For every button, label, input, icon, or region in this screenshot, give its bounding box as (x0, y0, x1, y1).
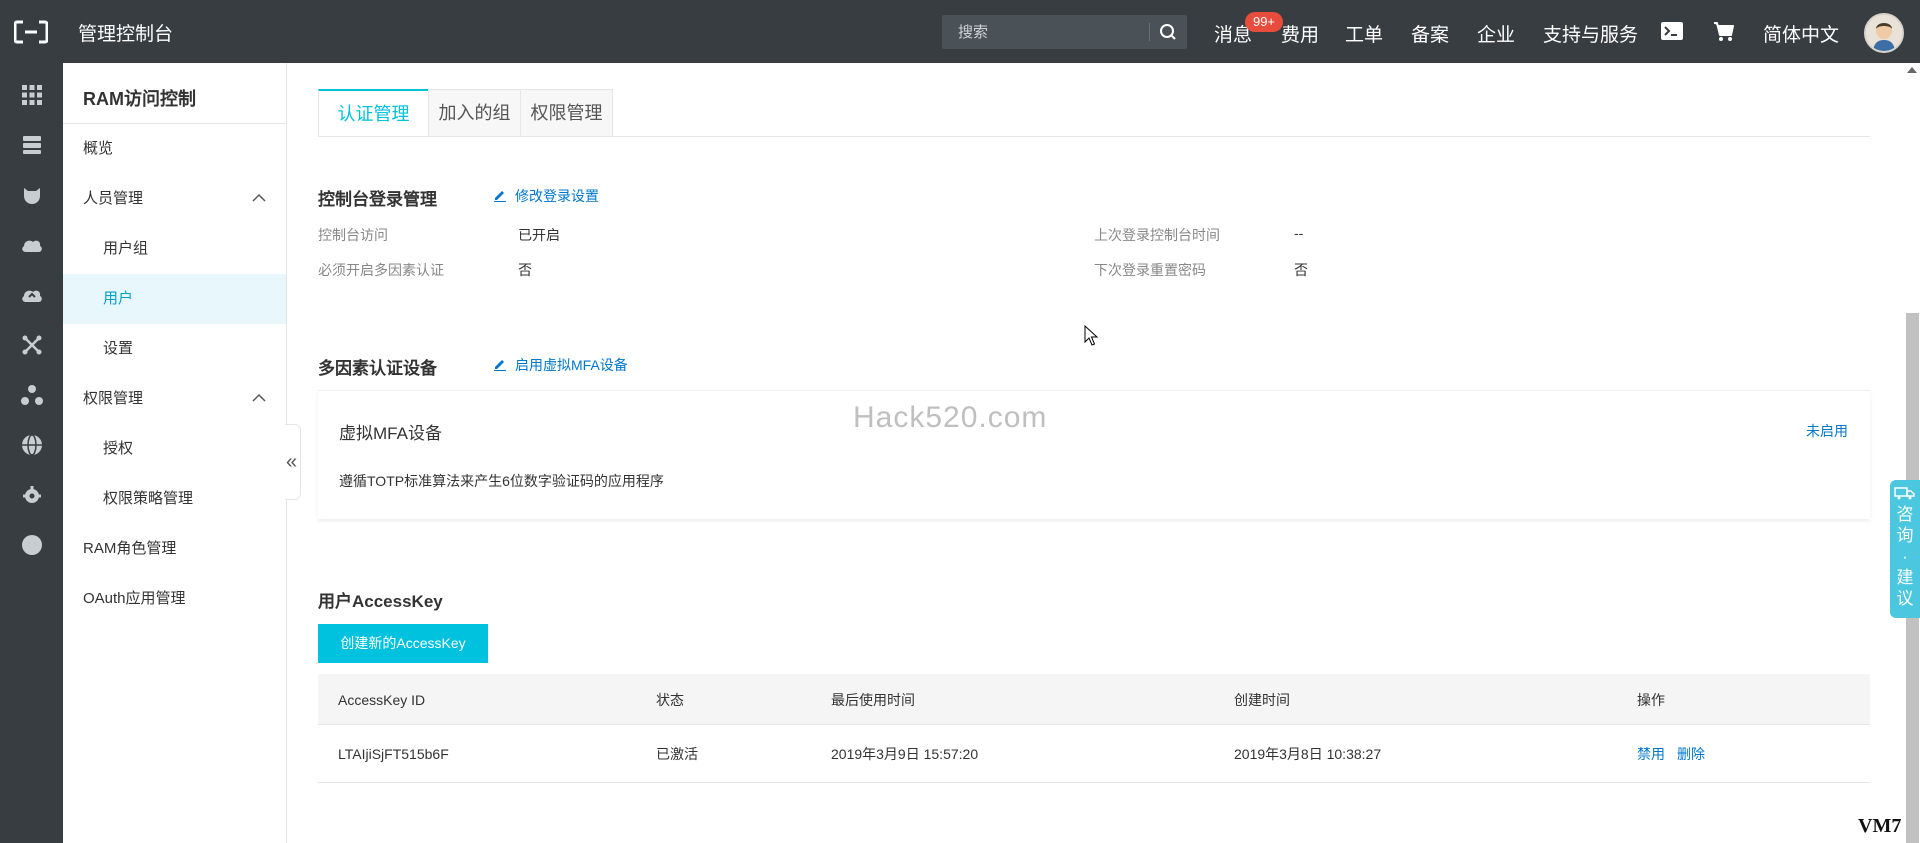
mfa-device-description: 遵循TOTP标准算法来产生6位数字验证码的应用程序 (339, 473, 664, 489)
tab-permissions[interactable]: 权限管理 (520, 89, 613, 137)
accesskey-section-title: 用户AccessKey (318, 592, 443, 611)
sidebar-item-label: 权限管理 (83, 390, 144, 407)
console-access-value: 已开启 (518, 227, 560, 243)
cart-icon[interactable] (1712, 19, 1736, 43)
column-header-last-used: 最后使用时间 (831, 692, 915, 708)
reset-password-value: 否 (1294, 262, 1308, 278)
accesskey-last-used: 2019年3月9日 15:57:20 (831, 746, 979, 762)
mfa-device-card: 虚拟MFA设备 遵循TOTP标准算法来产生6位数字验证码的应用程序 未启用 (318, 390, 1870, 519)
cloud-icon[interactable] (20, 233, 44, 257)
search-box (942, 15, 1187, 49)
globe-icon[interactable] (20, 433, 44, 457)
ram-sidebar: RAM访问控制 概览 人员管理 用户组 用户 设置 权限管理 授权 权限策略管理… (63, 63, 287, 843)
console-title[interactable]: 管理控制台 (78, 19, 173, 46)
last-login-value: -- (1294, 225, 1304, 241)
nodes-icon[interactable] (20, 383, 44, 407)
disable-accesskey-link[interactable]: 禁用 (1637, 744, 1665, 764)
reset-password-label: 下次登录重置密码 (1094, 262, 1206, 278)
sidebar-title: RAM访问控制 (83, 89, 196, 109)
tab-bar-divider (318, 136, 1870, 137)
sidebar-item-user-groups[interactable]: 用户组 (63, 224, 286, 274)
chevron-up-icon (252, 193, 266, 202)
nav-support[interactable]: 支持与服务 (1543, 20, 1638, 47)
scroll-up-arrow-icon[interactable] (1907, 67, 1917, 73)
sidebar-item-policies[interactable]: 权限策略管理 (63, 474, 286, 524)
sidebar-item-oauth-apps[interactable]: OAuth应用管理 (63, 574, 286, 624)
console-access-label: 控制台访问 (318, 227, 388, 243)
accesskey-id: LTAIjiSjFT515b6F (338, 746, 449, 762)
truck-icon (1894, 487, 1915, 500)
feedback-char: · (1902, 547, 1908, 566)
sidebar-item-grants[interactable]: 授权 (63, 424, 286, 474)
column-header-created: 创建时间 (1234, 692, 1290, 708)
nav-enterprise[interactable]: 企业 (1477, 20, 1515, 47)
mfa-required-value: 否 (518, 262, 532, 278)
sidebar-item-ram-roles[interactable]: RAM角色管理 (63, 524, 286, 574)
product-icon-rail (0, 63, 63, 843)
watermark: Hack520.com (853, 401, 1048, 434)
chevron-up-icon (252, 393, 266, 402)
dog-icon[interactable] (20, 183, 44, 207)
sidebar-item-settings[interactable]: 设置 (63, 324, 286, 374)
top-bar: 管理控制台 消息 99+ 费用 工单 备案 企业 支持与服务 简体中文 (0, 0, 1920, 63)
edit-icon (494, 360, 506, 371)
last-login-label: 上次登录控制台时间 (1094, 227, 1220, 243)
nav-tickets[interactable]: 工单 (1345, 20, 1383, 47)
main-content: 认证管理 加入的组 权限管理 控制台登录管理 修改登录设置 控制台访问 已开启 … (288, 63, 1920, 843)
mfa-device-name: 虚拟MFA设备 (339, 424, 442, 443)
feedback-char: 议 (1896, 589, 1914, 608)
search-icon (1160, 24, 1176, 40)
sidebar-group-people[interactable]: 人员管理 (63, 174, 286, 224)
feedback-char: 咨 (1896, 505, 1914, 524)
sidebar-item-label: 人员管理 (83, 190, 144, 207)
nav-billing[interactable]: 费用 (1281, 20, 1319, 47)
column-header-id: AccessKey ID (338, 692, 426, 708)
server-icon[interactable] (20, 133, 44, 157)
language-switch[interactable]: 简体中文 (1763, 20, 1839, 47)
user-avatar-icon (1866, 15, 1902, 51)
network-icon[interactable] (20, 333, 44, 357)
sidebar-item-users[interactable]: 用户 (63, 274, 286, 324)
cloud-upload-icon[interactable] (20, 283, 44, 307)
search-button[interactable] (1150, 15, 1187, 49)
corner-label: VM7 (1858, 815, 1902, 837)
aliyun-logo-icon[interactable] (14, 19, 48, 45)
enable-mfa-label: 启用虚拟MFA设备 (515, 357, 628, 373)
edit-login-settings-label: 修改登录设置 (515, 188, 599, 204)
search-input[interactable] (942, 15, 1148, 49)
sidebar-item-overview[interactable]: 概览 (63, 124, 286, 174)
nav-filing[interactable]: 备案 (1411, 20, 1449, 47)
message-count-badge: 99+ (1245, 12, 1283, 32)
accesskey-status: 已激活 (656, 746, 698, 762)
accesskey-created: 2019年3月8日 10:38:27 (1234, 746, 1382, 762)
column-header-actions: 操作 (1637, 692, 1665, 708)
feedback-widget[interactable]: 咨 询 · 建 议 (1890, 480, 1920, 618)
edit-login-settings-link[interactable]: 修改登录设置 (494, 186, 599, 206)
table-row: LTAIjiSjFT515b6F 已激活 2019年3月9日 15:57:20 … (318, 725, 1870, 783)
console-login-title: 控制台登录管理 (318, 190, 437, 209)
table-header: AccessKey ID 状态 最后使用时间 创建时间 操作 (318, 674, 1870, 725)
circle-icon[interactable] (20, 533, 44, 557)
mouse-cursor-icon (1084, 325, 1098, 346)
edit-icon (494, 191, 506, 202)
feedback-char: 建 (1896, 568, 1914, 587)
tab-joined-groups[interactable]: 加入的组 (428, 89, 521, 137)
mfa-section-title: 多因素认证设备 (318, 359, 437, 378)
delete-accesskey-link[interactable]: 删除 (1677, 744, 1705, 764)
terminal-icon[interactable] (1660, 19, 1684, 43)
grid-icon[interactable] (20, 83, 44, 107)
gear-cloud-icon[interactable] (20, 483, 44, 507)
mfa-required-label: 必须开启多因素认证 (318, 262, 444, 278)
create-accesskey-button[interactable]: 创建新的AccessKey (318, 624, 488, 663)
enable-mfa-link[interactable]: 启用虚拟MFA设备 (494, 355, 628, 375)
column-header-status: 状态 (656, 692, 684, 708)
sidebar-group-permissions[interactable]: 权限管理 (63, 374, 286, 424)
avatar[interactable] (1864, 13, 1904, 53)
feedback-char: 询 (1896, 526, 1914, 545)
mfa-status-link[interactable]: 未启用 (1806, 421, 1848, 441)
tab-authentication[interactable]: 认证管理 (318, 89, 429, 137)
